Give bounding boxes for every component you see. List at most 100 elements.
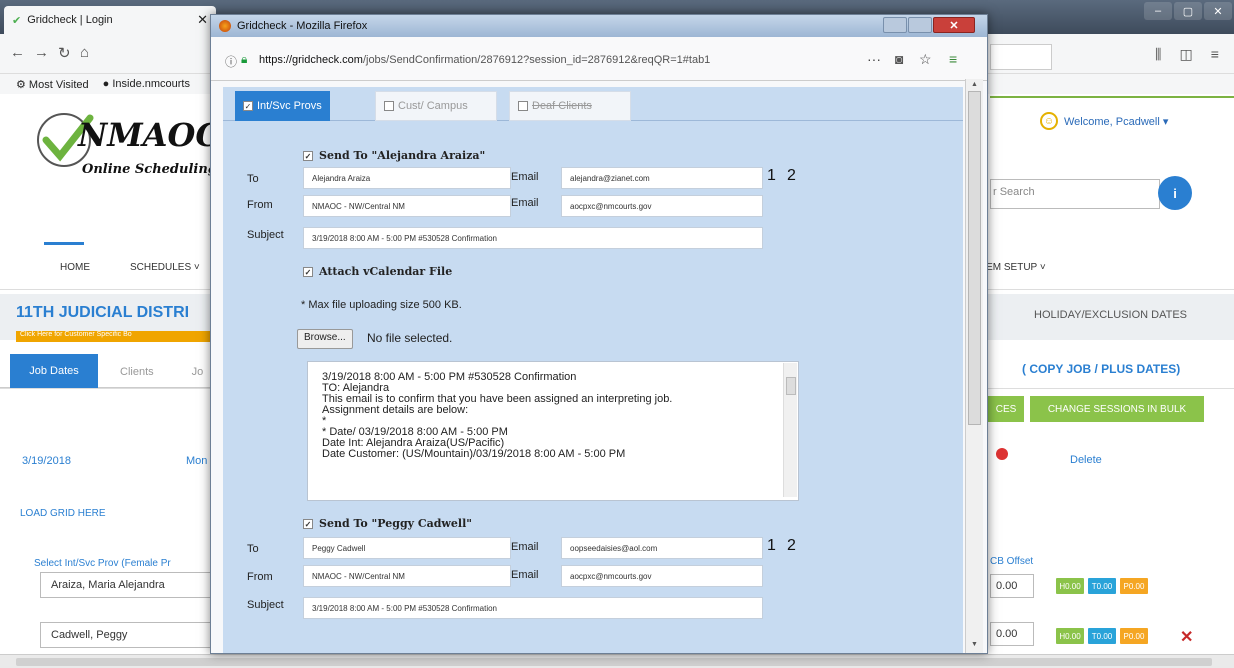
- bookmark-star-icon[interactable]: ☆: [919, 51, 932, 68]
- holiday-exclusion-link[interactable]: HOLIDAY/EXCLUSION DATES: [1034, 309, 1187, 321]
- popup-maximize-button[interactable]: [908, 17, 932, 33]
- tab-deaf-clients[interactable]: Deaf Clients: [509, 91, 631, 121]
- option-1[interactable]: 1: [767, 537, 776, 555]
- attach-vcalendar[interactable]: ✓ Attach vCalendar File: [303, 265, 452, 278]
- info-icon[interactable]: ⓘ: [225, 53, 237, 70]
- reload-icon[interactable]: ↻: [58, 44, 71, 62]
- welcome-user[interactable]: ☺ Welcome, Pcadwell ▾: [1040, 112, 1168, 130]
- bookmark-most-visited[interactable]: ⚙ Most Visited: [16, 78, 89, 91]
- extension-icon[interactable]: ≡: [949, 51, 957, 67]
- popup-close-button[interactable]: ✕: [933, 17, 975, 33]
- menu-system-setup[interactable]: TEM SETUP ˅: [980, 262, 1046, 273]
- change-sessions-bulk-button[interactable]: CHANGE SESSIONS IN BULK: [1030, 396, 1204, 422]
- popup-scroll-thumb[interactable]: [968, 91, 981, 425]
- page-actions-icon[interactable]: ···: [867, 51, 881, 67]
- delete-link[interactable]: Delete: [1070, 454, 1102, 466]
- info-button[interactable]: i: [1158, 176, 1192, 210]
- browse-button[interactable]: Browse...: [297, 329, 353, 349]
- provider-select-2[interactable]: Cadwell, Peggy: [40, 622, 220, 648]
- minimize-window-button[interactable]: –: [1144, 2, 1172, 20]
- provider-select-1[interactable]: Araiza, Maria Alejandra: [40, 572, 220, 598]
- scroll-down-icon[interactable]: ▼: [971, 641, 978, 648]
- home-icon[interactable]: ⌂: [80, 44, 89, 61]
- close-tab-icon[interactable]: ✕: [197, 12, 208, 28]
- cb-offset-input-1[interactable]: 0.00: [990, 574, 1034, 598]
- scroll-thumb[interactable]: [16, 658, 1212, 666]
- smiley-icon: ☺: [1040, 112, 1058, 130]
- maximize-window-button[interactable]: ▢: [1174, 2, 1202, 20]
- popup-url-bar[interactable]: ⓘ 🔒︎ https://gridcheck.com/jobs/SendConf…: [211, 37, 987, 81]
- t-pill-2[interactable]: T0.00: [1088, 628, 1116, 644]
- services-button[interactable]: CES: [988, 396, 1024, 422]
- forward-icon[interactable]: →: [34, 44, 49, 61]
- url-bar[interactable]: [990, 44, 1052, 70]
- h-pill-2[interactable]: H0.00: [1056, 628, 1084, 644]
- tab-int-svc-provs[interactable]: ✓ Int/Svc Provs: [235, 91, 330, 121]
- popup-vertical-scrollbar[interactable]: ▲ ▼: [965, 79, 983, 653]
- pocket-icon[interactable]: ◙: [895, 51, 903, 67]
- to-input[interactable]: Peggy Cadwell: [303, 537, 511, 559]
- popup-minimize-button[interactable]: [883, 17, 907, 33]
- p-pill-2[interactable]: P0.00: [1120, 628, 1148, 644]
- tab-job-dates[interactable]: Job Dates: [10, 354, 98, 388]
- scroll-up-icon[interactable]: ▲: [971, 81, 978, 88]
- copy-job-link[interactable]: ( COPY JOB / PLUS DATES): [1022, 362, 1180, 376]
- email-label: Email: [511, 197, 539, 209]
- load-grid-link[interactable]: LOAD GRID HERE: [20, 508, 106, 519]
- from-input[interactable]: NMAOC - NW/Central NM: [303, 565, 511, 587]
- row-date[interactable]: 3/19/2018: [22, 455, 71, 467]
- popup-url[interactable]: https://gridcheck.com/jobs/SendConfirmat…: [259, 54, 710, 66]
- tab-clients[interactable]: Clients Jo: [120, 366, 203, 378]
- subject-input[interactable]: 3/19/2018 8:00 AM - 5:00 PM #530528 Conf…: [303, 597, 763, 619]
- cb-offset-input-2[interactable]: 0.00: [990, 622, 1034, 646]
- option-2[interactable]: 2: [787, 537, 796, 555]
- popup-title-bar[interactable]: Gridcheck - Mozilla Firefox: [211, 15, 987, 37]
- menu-icon[interactable]: ≡: [1211, 46, 1219, 63]
- remove-provider-icon[interactable]: ✕: [1180, 627, 1193, 647]
- search-input[interactable]: r Search: [990, 179, 1160, 209]
- option-1[interactable]: 1: [767, 167, 776, 185]
- customer-specific-link[interactable]: Click Here for Customer Specific Bo: [16, 331, 216, 342]
- subject-input[interactable]: 3/19/2018 8:00 AM - 5:00 PM #530528 Conf…: [303, 227, 763, 249]
- attach-checkbox[interactable]: ✓: [303, 266, 313, 277]
- from-email-input[interactable]: aocpxc@nmcourts.gov: [561, 195, 763, 217]
- bookmark-inside-nmcourts[interactable]: ● Inside.nmcourts: [103, 78, 190, 90]
- library-icon[interactable]: ⫼: [1155, 46, 1161, 63]
- court-title: 11TH JUDICIAL DISTRI: [16, 304, 190, 321]
- message-line: Assignment details are below:: [322, 404, 469, 416]
- send-to-checkbox[interactable]: ✓: [303, 150, 313, 161]
- from-email-input[interactable]: aocpxc@nmcourts.gov: [561, 565, 763, 587]
- from-input[interactable]: NMAOC - NW/Central NM: [303, 195, 511, 217]
- h-pill-1[interactable]: H0.00: [1056, 578, 1084, 594]
- tab-checkbox[interactable]: [518, 101, 528, 111]
- to-email-input[interactable]: alejandra@zianet.com: [561, 167, 763, 189]
- menu-home[interactable]: HOME: [60, 262, 90, 273]
- tab-title: Gridcheck | Login: [27, 14, 113, 26]
- p-pill-1[interactable]: P0.00: [1120, 578, 1148, 594]
- t-pill-1[interactable]: T0.00: [1088, 578, 1116, 594]
- send-to-alejandra[interactable]: ✓ Send To "Alejandra Araiza": [303, 149, 485, 162]
- option-2[interactable]: 2: [787, 167, 796, 185]
- to-input[interactable]: Alejandra Araiza: [303, 167, 511, 189]
- tab-label: Int/Svc Provs: [257, 100, 322, 112]
- header-accent-line: [990, 96, 1234, 98]
- textarea-scroll-thumb[interactable]: [786, 377, 796, 395]
- select-provider-label: Select Int/Svc Prov (Female Pr: [34, 558, 171, 569]
- bookmark-label: Most Visited: [28, 78, 89, 91]
- horizontal-scrollbar[interactable]: [0, 654, 1234, 668]
- menu-schedules[interactable]: SCHEDULES ˅: [130, 262, 200, 273]
- close-window-button[interactable]: ✕: [1204, 2, 1232, 20]
- lock-icon: 🔒︎: [241, 52, 248, 66]
- tab-checkbox[interactable]: [384, 101, 394, 111]
- to-email-input[interactable]: oopseedaisies@aol.com: [561, 537, 763, 559]
- tab-checkbox[interactable]: ✓: [243, 101, 253, 111]
- textarea-scrollbar[interactable]: [783, 363, 797, 497]
- email-body-textarea[interactable]: 3/19/2018 8:00 AM - 5:00 PM #530528 Conf…: [307, 361, 799, 501]
- sidebar-icon[interactable]: ◫: [1179, 46, 1192, 63]
- back-icon[interactable]: ←: [10, 44, 25, 61]
- browser-tab-login[interactable]: ✔ Gridcheck | Login ✕: [4, 6, 216, 34]
- popup-content: ✓ Int/Svc Provs Cust/ Campus Deaf Client…: [223, 87, 963, 653]
- send-to-checkbox[interactable]: ✓: [303, 518, 313, 529]
- tab-cust-campus[interactable]: Cust/ Campus: [375, 91, 497, 121]
- send-to-peggy[interactable]: ✓ Send To "Peggy Cadwell": [303, 517, 472, 530]
